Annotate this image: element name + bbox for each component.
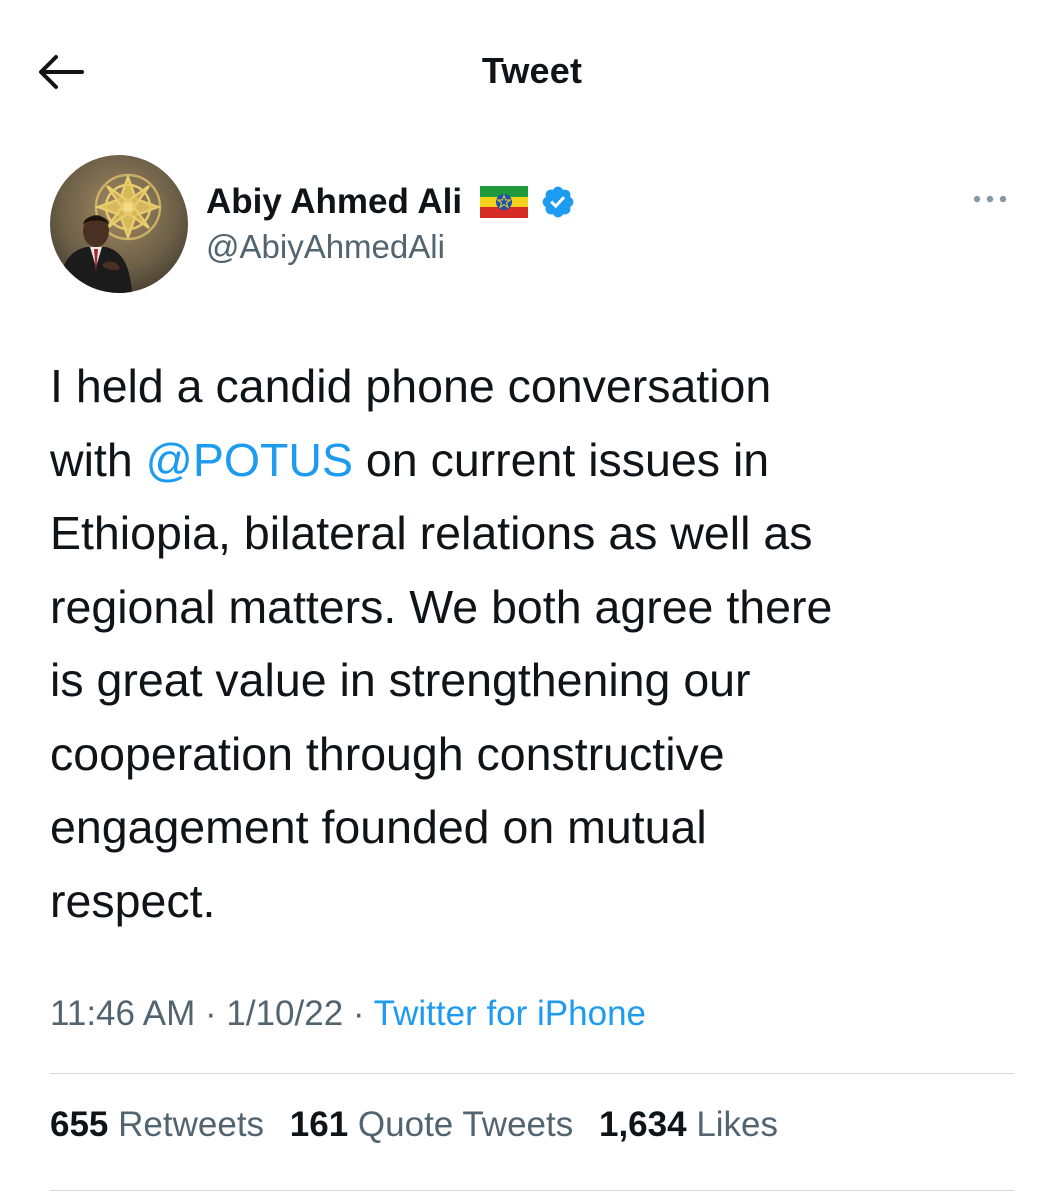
tweet-line: is great value in strengthening our	[50, 654, 751, 706]
mention-link[interactable]: @POTUS	[146, 434, 353, 486]
tweet-line: engagement founded on mutual	[50, 801, 707, 853]
author-name[interactable]: Abiy Ahmed Ali	[206, 182, 462, 222]
tweet-line: I held a candid phone conversation	[50, 360, 772, 412]
top-bar: Tweet	[0, 0, 1064, 140]
retweets-stat[interactable]: 655 Retweets	[50, 1105, 264, 1144]
tweet-line: Ethiopia, bilateral relations as well as	[50, 507, 813, 559]
meta-separator: ·	[343, 994, 374, 1033]
likes-stat[interactable]: 1,634 Likes	[599, 1105, 778, 1144]
tweet-line: cooperation through constructive	[50, 727, 725, 780]
tweet-line: regional matters. We both agree there	[50, 580, 833, 633]
tweet-line-part: with	[50, 433, 146, 486]
likes-count: 1,634	[598, 1105, 687, 1144]
author-handle[interactable]: @AbiyAhmedAli	[206, 228, 445, 266]
tweet-meta: 11:46 AM · 1/10/22 · Twitter for iPhone	[50, 994, 646, 1034]
likes-label: Likes	[696, 1105, 779, 1144]
more-dots-icon[interactable]	[968, 185, 1012, 213]
author-row: Abiy Ahmed Ali	[206, 180, 576, 224]
divider	[50, 1073, 1014, 1074]
retweets-count: 655	[50, 1105, 109, 1144]
page-title: Tweet	[481, 50, 583, 91]
avatar-image	[50, 155, 188, 293]
quote-tweets-count: 161	[289, 1105, 349, 1144]
tweet-stats: 655 Retweets 161 Quote Tweets 1,634 Like…	[50, 1105, 794, 1145]
meta-separator: ·	[195, 994, 227, 1033]
tweet-line: respect.	[50, 874, 216, 927]
ethiopia-flag-icon	[480, 186, 529, 218]
divider	[50, 1190, 1014, 1191]
quote-tweets-stat[interactable]: 161 Quote Tweets	[290, 1105, 573, 1144]
tweet-date[interactable]: 1/10/22	[226, 994, 343, 1033]
tweet-line: with @POTUS on current issues in	[50, 424, 1030, 498]
more-options-button[interactable]	[968, 185, 1012, 213]
tweet-time[interactable]: 11:46 AM	[50, 994, 195, 1033]
retweets-label: Retweets	[118, 1105, 265, 1144]
tweet-source-link[interactable]: Twitter for iPhone	[374, 994, 646, 1033]
verified-badge-icon	[540, 184, 576, 220]
quote-tweets-label: Quote Tweets	[357, 1105, 574, 1144]
tweet-line-part: on current issues in	[353, 433, 770, 486]
tweet-text: I held a candid phone conversation with …	[50, 350, 1030, 938]
avatar[interactable]	[50, 155, 188, 293]
